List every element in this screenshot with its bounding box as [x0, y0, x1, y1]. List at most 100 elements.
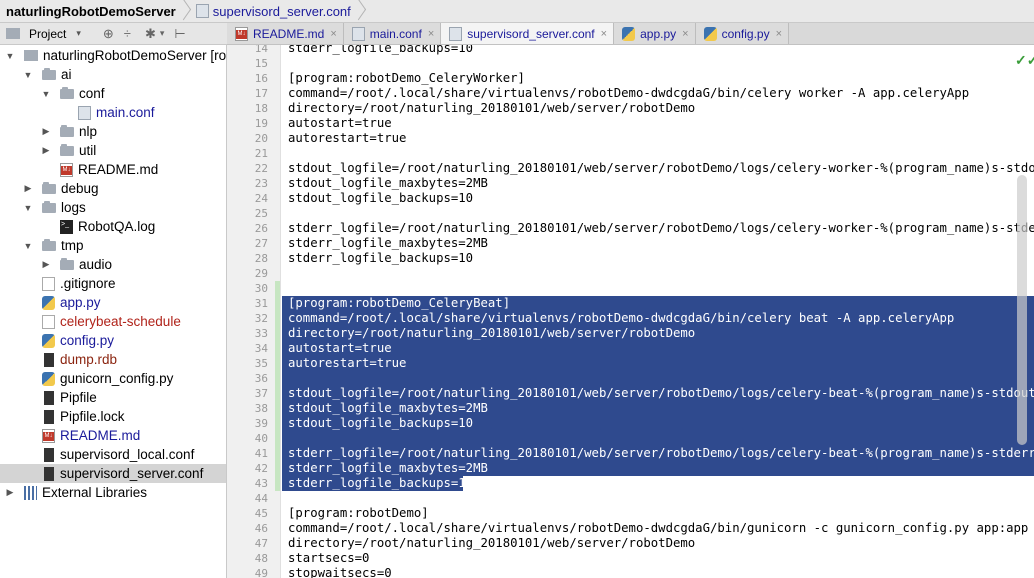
tree-item[interactable]: app.py	[0, 293, 226, 312]
project-view-selector[interactable]: Project	[29, 27, 66, 41]
code-line[interactable]: [program:robotDemo]	[288, 506, 429, 521]
line-number: 38	[254, 402, 268, 415]
tree-item[interactable]: RobotQA.log	[0, 217, 226, 236]
collapsed-arrow-icon[interactable]: ▶	[40, 259, 52, 270]
collapsed-arrow-icon[interactable]: ▶	[40, 145, 52, 156]
tree-item[interactable]: .gitignore	[0, 274, 226, 293]
line-number: 34	[254, 342, 268, 355]
close-icon[interactable]: ×	[682, 28, 688, 40]
code-line[interactable]: command=/root/.local/share/virtualenvs/r…	[288, 311, 954, 326]
code-line[interactable]: stdout_logfile=/root/naturling_20180101/…	[288, 161, 1034, 176]
line-number: 16	[254, 72, 268, 85]
tree-item[interactable]: Pipfile.lock	[0, 407, 226, 426]
db-file-icon	[44, 409, 54, 424]
folder-icon	[42, 67, 56, 80]
tree-item[interactable]: celerybeat-schedule	[0, 312, 226, 331]
tree-item[interactable]: ▶ audio	[0, 255, 226, 274]
code-line[interactable]: stderr_logfile_backups=10	[288, 251, 473, 266]
tree-item[interactable]: ▶ External Libraries	[0, 483, 226, 502]
collapsed-arrow-icon[interactable]: ▶	[40, 126, 52, 137]
code-line[interactable]: stderr_logfile=/root/naturling_20180101/…	[288, 446, 1034, 461]
code-line[interactable]: [program:robotDemo_CeleryBeat]	[288, 296, 510, 311]
tree-item[interactable]: Pipfile	[0, 388, 226, 407]
tree-item[interactable]: ▶ nlp	[0, 122, 226, 141]
code-line[interactable]: stdout_logfile_maxbytes=2MB	[288, 176, 488, 191]
code-line[interactable]: startsecs=0	[288, 551, 369, 566]
breadcrumb-file[interactable]: supervisord_server.conf	[190, 0, 355, 23]
breadcrumb-separator	[355, 0, 365, 23]
expanded-arrow-icon[interactable]: ▼	[40, 89, 52, 99]
code-line[interactable]: stderr_logfile_backups=10	[288, 476, 473, 491]
code-editor[interactable]: stderr_logfile_backups=10 [program:robotD…	[282, 45, 1034, 578]
tree-item[interactable]: README.md	[0, 160, 226, 179]
collapse-all-icon[interactable]: ÷	[124, 26, 131, 41]
collapsed-arrow-icon[interactable]: ▶	[4, 487, 16, 498]
editor-tab[interactable]: main.conf ×	[343, 23, 442, 44]
close-icon[interactable]: ×	[330, 28, 336, 40]
code-line[interactable]: directory=/root/naturling_20180101/web/s…	[288, 536, 695, 551]
code-line[interactable]: autorestart=true	[288, 356, 406, 371]
code-line[interactable]: stdout_logfile_backups=10	[288, 191, 473, 206]
tree-item[interactable]: ▼ tmp	[0, 236, 226, 255]
code-line[interactable]: command=/root/.local/share/virtualenvs/r…	[288, 86, 969, 101]
proj-file-icon	[24, 50, 38, 61]
vertical-scrollbar[interactable]	[1017, 175, 1027, 445]
tree-item[interactable]: dump.rdb	[0, 350, 226, 369]
tree-item[interactable]: ▼ conf	[0, 84, 226, 103]
md-file-icon	[235, 26, 248, 41]
close-icon[interactable]: ×	[428, 28, 434, 40]
tree-item[interactable]: ▼ naturlingRobotDemoServer [ro	[0, 46, 226, 65]
code-line[interactable]: stdout_logfile_maxbytes=2MB	[288, 401, 488, 416]
breadcrumb-project[interactable]: naturlingRobotDemoServer	[0, 0, 180, 23]
code-line[interactable]: directory=/root/naturling_20180101/web/s…	[288, 326, 695, 341]
editor-tab[interactable]: app.py ×	[614, 23, 696, 44]
db-file-icon	[44, 390, 54, 405]
collapsed-arrow-icon[interactable]: ▶	[22, 183, 34, 194]
code-line[interactable]: stderr_logfile_maxbytes=2MB	[288, 461, 488, 476]
code-line[interactable]: stderr_logfile=/root/naturling_20180101/…	[288, 221, 1034, 236]
chevron-down-icon[interactable]: ▾	[160, 28, 165, 39]
code-line[interactable]: autostart=true	[288, 341, 392, 356]
editor-tab[interactable]: supervisord_server.conf ×	[441, 23, 615, 44]
hide-panel-icon[interactable]: ⊢	[174, 26, 185, 42]
tree-item[interactable]: config.py	[0, 331, 226, 350]
code-line[interactable]: directory=/root/naturling_20180101/web/s…	[288, 101, 695, 116]
code-line[interactable]: command=/root/.local/share/virtualenvs/r…	[288, 521, 1028, 536]
vcs-change-marker[interactable]	[275, 281, 280, 491]
line-number-gutter[interactable]: 14 15 16 17 18 19 20 21 22 23 24 25 26 27 28 29 30 31 32 33…	[227, 45, 281, 578]
tree-item[interactable]: ▶ util	[0, 141, 226, 160]
tree-item-label: celerybeat-schedule	[60, 314, 181, 329]
code-line[interactable]: stopwaitsecs=0	[288, 566, 392, 578]
tree-item[interactable]: ▶ debug	[0, 179, 226, 198]
expanded-arrow-icon[interactable]: ▼	[22, 70, 34, 80]
expanded-arrow-icon[interactable]: ▼	[22, 203, 34, 213]
tree-item[interactable]: README.md	[0, 426, 226, 445]
code-line[interactable]: [program:robotDemo_CeleryWorker]	[288, 71, 525, 86]
breadcrumb-file-label: supervisord_server.conf	[212, 3, 351, 19]
line-number: 47	[254, 537, 268, 550]
expanded-arrow-icon[interactable]: ▼	[22, 241, 34, 251]
code-line[interactable]: stdout_logfile=/root/naturling_20180101/…	[288, 386, 1034, 401]
tree-item[interactable]: ▼ logs	[0, 198, 226, 217]
code-line[interactable]: stdout_logfile_backups=10	[288, 416, 473, 431]
tree-item[interactable]: supervisord_local.conf	[0, 445, 226, 464]
close-icon[interactable]: ×	[601, 28, 607, 40]
chevron-down-icon[interactable]: ▾	[76, 28, 81, 39]
tree-item[interactable]: gunicorn_config.py	[0, 369, 226, 388]
code-line[interactable]: autorestart=true	[288, 131, 406, 146]
inspection-ok-icon[interactable]: ✓✓	[1015, 52, 1034, 69]
tree-item[interactable]: supervisord_server.conf	[0, 464, 226, 483]
tree-item[interactable]: ▼ ai	[0, 65, 226, 84]
editor-tab[interactable]: README.md ×	[227, 23, 344, 44]
tree-item[interactable]: main.conf	[0, 103, 226, 122]
code-line[interactable]: autostart=true	[288, 116, 392, 131]
close-icon[interactable]: ×	[776, 28, 782, 40]
editor-tab[interactable]: config.py ×	[695, 23, 790, 44]
scroll-from-source-icon[interactable]: ⊕	[103, 26, 114, 42]
conf-file-icon	[78, 105, 91, 120]
code-line[interactable]: stderr_logfile_backups=10	[288, 45, 473, 56]
line-number: 33	[254, 327, 268, 340]
gear-icon[interactable]: ✱	[145, 26, 156, 42]
code-line[interactable]: stderr_logfile_maxbytes=2MB	[288, 236, 488, 251]
expanded-arrow-icon[interactable]: ▼	[4, 51, 16, 61]
